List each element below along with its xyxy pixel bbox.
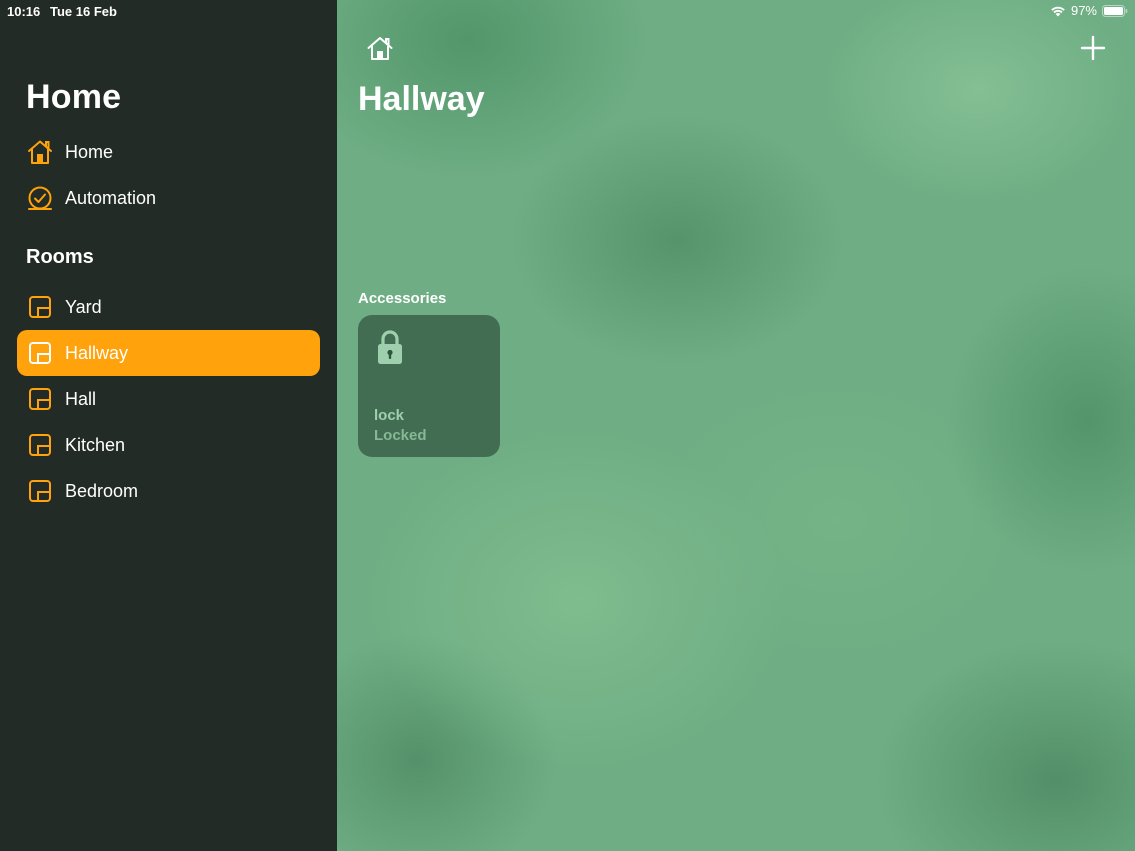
room-icon — [26, 293, 54, 321]
lock-icon — [376, 329, 404, 367]
main-content: Hallway Accessories lock Locked — [337, 0, 1135, 851]
house-icon — [365, 37, 395, 68]
house-icon — [26, 138, 54, 166]
sidebar-item-label: Automation — [65, 188, 157, 208]
accessory-name: lock — [374, 407, 405, 424]
accessory-state: Locked — [374, 427, 427, 444]
rooms-section-title: Rooms — [26, 246, 94, 268]
sidebar-item-label: Kitchen — [65, 435, 126, 455]
sidebar-item-label: Yard — [65, 297, 102, 317]
status-date: Tue 16 Feb — [50, 4, 117, 19]
accessories-section-title: Accessories — [358, 290, 447, 307]
room-icon — [26, 339, 54, 367]
status-bar: 10:16 Tue 16 Feb 97% — [0, 0, 1135, 22]
sidebar-item-yard[interactable]: Yard — [17, 284, 320, 330]
sidebar-item-automation[interactable]: Automation — [17, 175, 320, 221]
room-icon — [26, 477, 54, 505]
sidebar-item-hall[interactable]: Hall — [17, 376, 320, 422]
page-title: Hallway — [358, 80, 485, 118]
room-icon — [26, 385, 54, 413]
sidebar-item-kitchen[interactable]: Kitchen — [17, 422, 320, 468]
sidebar-item-home[interactable]: Home — [17, 129, 320, 175]
sidebar-item-bedroom[interactable]: Bedroom — [17, 468, 320, 514]
wifi-icon — [1050, 5, 1066, 17]
sidebar-item-label: Bedroom — [65, 481, 139, 501]
battery-icon — [1102, 4, 1128, 17]
sidebar-item-label: Hall — [65, 389, 97, 409]
plus-icon — [1079, 35, 1107, 66]
home-settings-button[interactable] — [365, 34, 395, 64]
status-time: 10:16 — [7, 4, 41, 19]
room-icon — [26, 431, 54, 459]
clock-icon — [26, 184, 54, 212]
add-button[interactable] — [1079, 34, 1107, 62]
status-right: 97% — [1050, 3, 1128, 18]
sidebar-title: Home — [26, 78, 122, 116]
sidebar-item-label: Hallway — [65, 343, 129, 363]
battery-percent: 97% — [1070, 3, 1097, 18]
accessory-tile-lock[interactable]: lock Locked — [358, 315, 500, 457]
sidebar-item-hallway[interactable]: Hallway — [17, 330, 320, 376]
sidebar-item-label: Home — [65, 142, 114, 162]
sidebar: Home Home Automation Rooms Yard Hallway … — [0, 0, 337, 851]
